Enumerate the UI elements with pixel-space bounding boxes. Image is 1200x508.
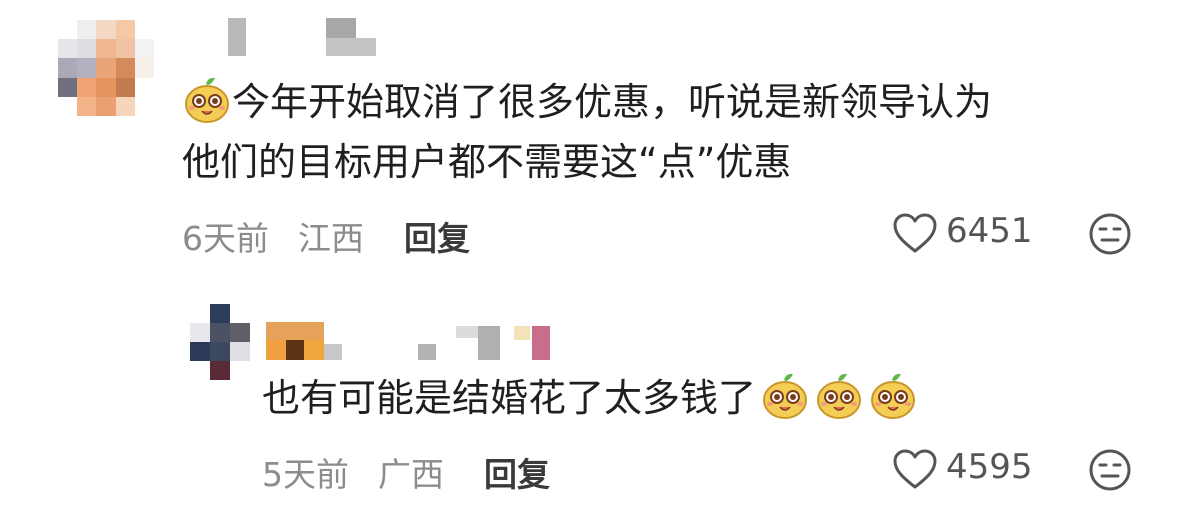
username[interactable]	[228, 18, 388, 58]
comment-location: 江西	[298, 219, 364, 258]
reply-button[interactable]: 回复	[404, 212, 470, 260]
avatar[interactable]	[58, 20, 154, 116]
like-count: 6451	[946, 211, 1033, 251]
reply-text: 也有可能是结婚花了太多钱了	[262, 368, 918, 428]
reply-time: 5天前	[262, 455, 349, 494]
potato-grin-emoji-icon	[760, 371, 810, 421]
heart-outline-icon	[892, 212, 938, 254]
like-count: 4595	[946, 447, 1033, 487]
reply-button[interactable]: 回复	[484, 448, 550, 496]
dislike-button[interactable]	[1088, 212, 1132, 256]
potato-grin-emoji-icon	[814, 371, 864, 421]
neutral-face-icon	[1088, 448, 1132, 492]
like-button[interactable]	[892, 448, 938, 490]
potato-grin-emoji-icon	[868, 371, 918, 421]
potato-grin-emoji-icon	[182, 75, 232, 125]
comment-text: 今年开始取消了很多优惠，听说是新领导认为	[182, 72, 992, 132]
reply-text-content: 也有可能是结婚花了太多钱了	[262, 376, 757, 420]
heart-outline-icon	[892, 448, 938, 490]
neutral-face-icon	[1088, 212, 1132, 256]
avatar[interactable]	[190, 304, 250, 380]
reply-location: 广西	[378, 455, 444, 494]
comment-text-line2: 他们的目标用户都不需要这“点”优惠	[182, 140, 792, 184]
username[interactable]	[266, 322, 556, 362]
comment-time: 6天前	[182, 219, 269, 258]
dislike-button[interactable]	[1088, 448, 1132, 492]
comment-text-line1: 今年开始取消了很多优惠，听说是新领导认为	[232, 80, 993, 124]
like-button[interactable]	[892, 212, 938, 254]
